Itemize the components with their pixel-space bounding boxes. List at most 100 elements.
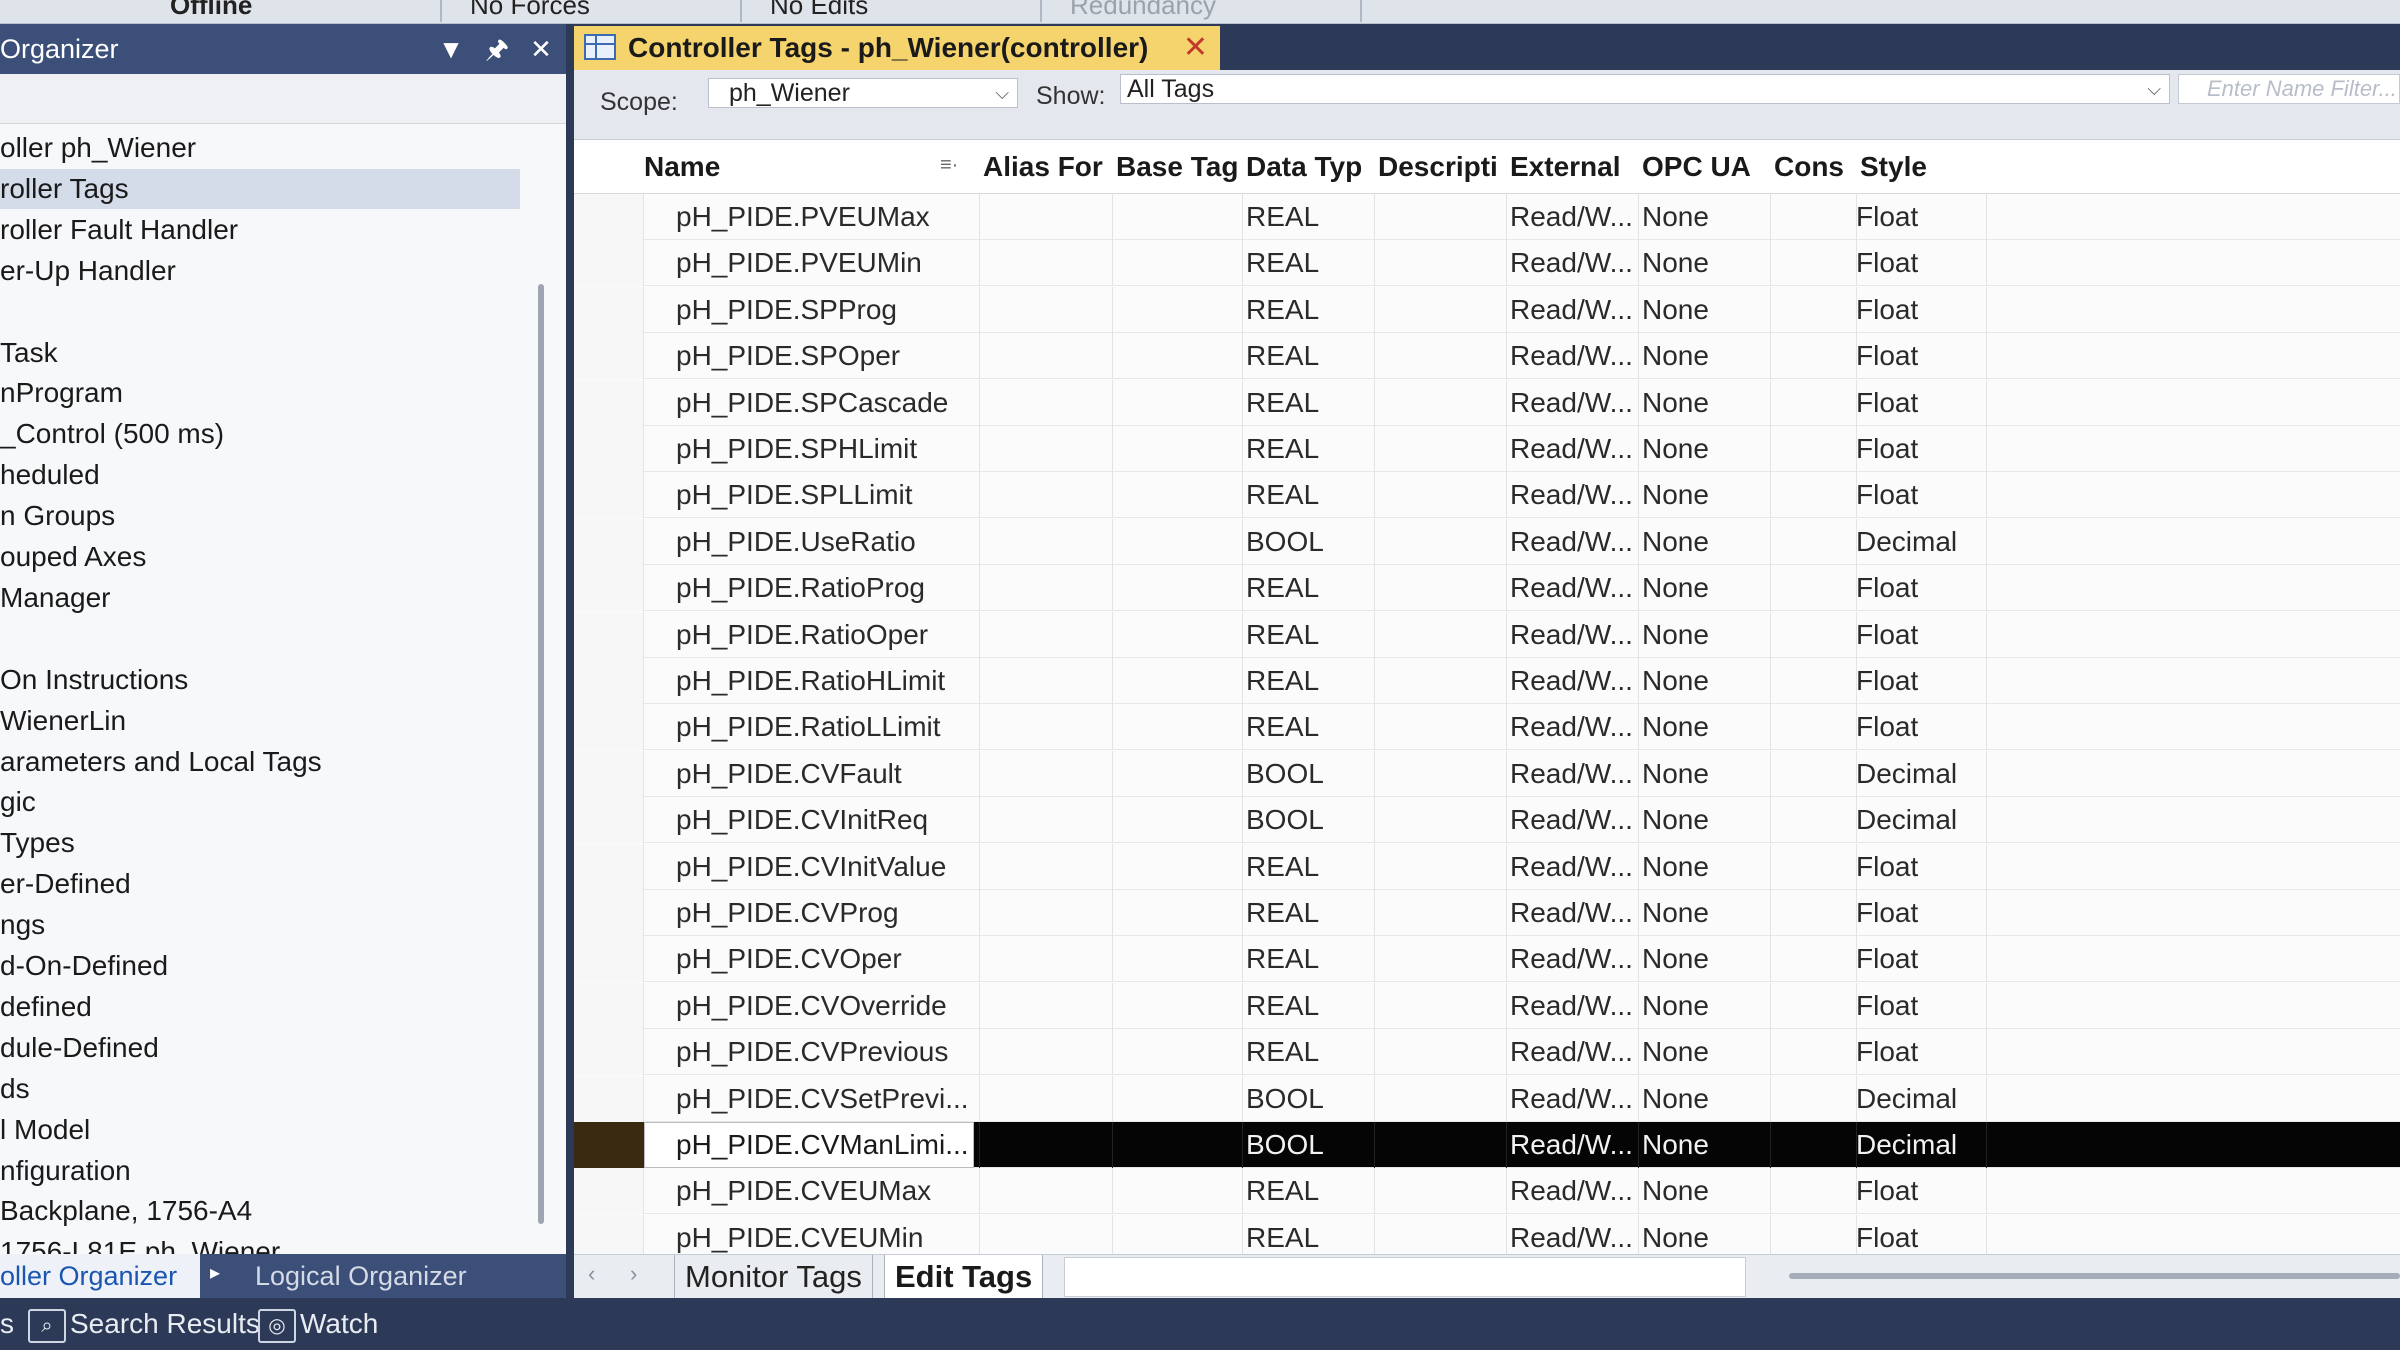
cell-name[interactable]: pH_PIDE.CVPrevious	[676, 1029, 948, 1075]
cell-external-access[interactable]: Read/W...	[1510, 565, 1633, 611]
cell-external-access[interactable]: Read/W...	[1510, 983, 1633, 1029]
cell-name[interactable]: pH_PIDE.CVFault	[676, 751, 902, 797]
cell-external-access[interactable]: Read/W...	[1510, 658, 1633, 704]
cell-opc-ua[interactable]: None	[1642, 844, 1709, 890]
row-header[interactable]	[574, 982, 644, 1029]
cell-opc-ua[interactable]: None	[1642, 426, 1709, 472]
scroll-left-icon[interactable]: ‹	[588, 1261, 595, 1287]
cell-opc-ua[interactable]: None	[1642, 936, 1709, 982]
cell-name[interactable]: pH_PIDE.PVEUMax	[676, 194, 930, 240]
cell-name[interactable]: pH_PIDE.CVProg	[676, 890, 899, 936]
cell-name[interactable]: pH_PIDE.CVSetPrevi...	[676, 1076, 969, 1122]
col-constant-header[interactable]: Cons	[1774, 140, 1858, 194]
pane-splitter[interactable]	[566, 24, 574, 1298]
table-row[interactable]: pH_PIDE.RatioLLimit REAL Read/W... None Floa…	[574, 704, 2400, 751]
cell-opc-ua[interactable]: None	[1642, 287, 1709, 333]
show-select[interactable]: All Tags ⌵	[1120, 74, 2170, 104]
tree-item[interactable]: On Instructions	[0, 660, 520, 700]
table-row[interactable]: pH_PIDE.RatioProg REAL Read/W... None Float	[574, 565, 2400, 612]
table-row[interactable]: pH_PIDE.SPOper REAL Read/W... None Float	[574, 333, 2400, 380]
row-header[interactable]	[574, 194, 644, 240]
table-row[interactable]: pH_PIDE.UseRatio BOOL Read/W... None Decimal	[574, 518, 2400, 565]
cell-data-type[interactable]: REAL	[1246, 240, 1319, 286]
tree-item[interactable]: nfiguration	[0, 1151, 520, 1191]
cell-name[interactable]: pH_PIDE.RatioLLimit	[676, 704, 941, 750]
cell-opc-ua[interactable]: None	[1642, 658, 1709, 704]
row-header[interactable]	[574, 426, 644, 472]
cell-external-access[interactable]: Read/W...	[1510, 704, 1633, 750]
cell-name[interactable]: pH_PIDE.CVInitValue	[676, 844, 946, 890]
tree-item[interactable]: Task	[0, 333, 520, 373]
tree-item[interactable]: Types	[0, 823, 520, 863]
cell-data-type[interactable]: REAL	[1246, 333, 1319, 379]
row-header[interactable]	[574, 658, 644, 704]
row-header[interactable]	[574, 797, 644, 844]
tab-logical-organizer[interactable]: Logical Organizer	[255, 1254, 467, 1298]
table-row[interactable]: pH_PIDE.PVEUMin REAL Read/W... None Float	[574, 240, 2400, 287]
cell-data-type[interactable]: REAL	[1246, 426, 1319, 472]
tab-monitor-tags[interactable]: Monitor Tags	[674, 1255, 873, 1299]
tree-item[interactable]: er-Defined	[0, 864, 520, 904]
cell-style[interactable]: Float	[1856, 565, 1918, 611]
tree-item[interactable]	[0, 292, 520, 332]
cell-style[interactable]: Float	[1856, 240, 1918, 286]
cell-name[interactable]: pH_PIDE.UseRatio	[676, 519, 916, 565]
cell-opc-ua[interactable]: None	[1642, 983, 1709, 1029]
cell-external-access[interactable]: Read/W...	[1510, 1168, 1633, 1214]
cell-external-access[interactable]: Read/W...	[1510, 426, 1633, 472]
cell-data-type[interactable]: REAL	[1246, 565, 1319, 611]
cell-name[interactable]: pH_PIDE.CVEUMax	[676, 1168, 931, 1214]
tree-item[interactable]: WienerLin	[0, 701, 520, 741]
dropdown-icon[interactable]: ▼	[434, 32, 468, 66]
cell-data-type[interactable]: REAL	[1246, 704, 1319, 750]
cell-style[interactable]: Float	[1856, 612, 1918, 658]
cell-name[interactable]: pH_PIDE.CVInitReq	[676, 797, 928, 843]
tree-item[interactable]: n Groups	[0, 496, 520, 536]
cell-name[interactable]: pH_PIDE.SPProg	[676, 287, 897, 333]
cell-data-type[interactable]: REAL	[1246, 194, 1319, 240]
row-header[interactable]	[574, 750, 644, 797]
tree-item[interactable]: heduled	[0, 455, 520, 495]
col-external-access-header[interactable]: External	[1510, 140, 1640, 194]
cell-opc-ua[interactable]: None	[1642, 1076, 1709, 1122]
cell-name[interactable]: pH_PIDE.CVOverride	[676, 983, 947, 1029]
row-header[interactable]	[574, 1122, 644, 1168]
tree-item[interactable]: arameters and Local Tags	[0, 742, 520, 782]
cell-external-access[interactable]: Read/W...	[1510, 380, 1633, 426]
cell-external-access[interactable]: Read/W...	[1510, 612, 1633, 658]
cell-style[interactable]: Float	[1856, 1215, 1918, 1254]
cell-style[interactable]: Decimal	[1856, 1076, 1957, 1122]
close-tab-icon[interactable]: ✕	[1183, 26, 1208, 70]
col-description-header[interactable]: Descripti	[1378, 140, 1508, 194]
row-header[interactable]	[574, 518, 644, 565]
cell-style[interactable]: Decimal	[1856, 1122, 1957, 1168]
cell-data-type[interactable]: REAL	[1246, 287, 1319, 333]
col-style-header[interactable]: Style	[1860, 140, 2000, 194]
tree-item[interactable]: ds	[0, 1069, 520, 1109]
cell-opc-ua[interactable]: None	[1642, 1168, 1709, 1214]
col-data-type-header[interactable]: Data Typ	[1246, 140, 1376, 194]
cell-data-type[interactable]: REAL	[1246, 936, 1319, 982]
horizontal-scrollbar[interactable]	[1789, 1273, 2400, 1279]
close-icon[interactable]: ✕	[524, 32, 558, 66]
tree-item[interactable]: dule-Defined	[0, 1028, 520, 1068]
cell-external-access[interactable]: Read/W...	[1510, 1029, 1633, 1075]
errors-tab[interactable]: s	[0, 1306, 14, 1342]
tree-item[interactable]	[0, 619, 520, 659]
cell-style[interactable]: Float	[1856, 936, 1918, 982]
col-name-header[interactable]: Name	[644, 140, 954, 194]
cell-style[interactable]: Float	[1856, 1029, 1918, 1075]
tree-item[interactable]: gic	[0, 782, 520, 822]
cell-opc-ua[interactable]: None	[1642, 797, 1709, 843]
table-row[interactable]: pH_PIDE.RatioHLimit REAL Read/W... None Floa…	[574, 658, 2400, 704]
search-results-tab[interactable]: ⌕ Search Results	[28, 1306, 260, 1343]
cell-style[interactable]: Float	[1856, 194, 1918, 240]
cell-style[interactable]: Float	[1856, 287, 1918, 333]
cell-opc-ua[interactable]: None	[1642, 194, 1709, 240]
tree-item[interactable]: ngs	[0, 905, 520, 945]
table-row[interactable]: pH_PIDE.SPCascade REAL Read/W... None Float	[574, 379, 2400, 426]
table-row[interactable]: pH_PIDE.CVProg REAL Read/W... None Float	[574, 890, 2400, 936]
tab-edit-tags[interactable]: Edit Tags	[884, 1255, 1044, 1299]
table-row[interactable]: pH_PIDE.CVOverride REAL Read/W... None Float	[574, 982, 2400, 1029]
table-row[interactable]: pH_PIDE.CVEUMin REAL Read/W... None Float	[574, 1214, 2400, 1254]
